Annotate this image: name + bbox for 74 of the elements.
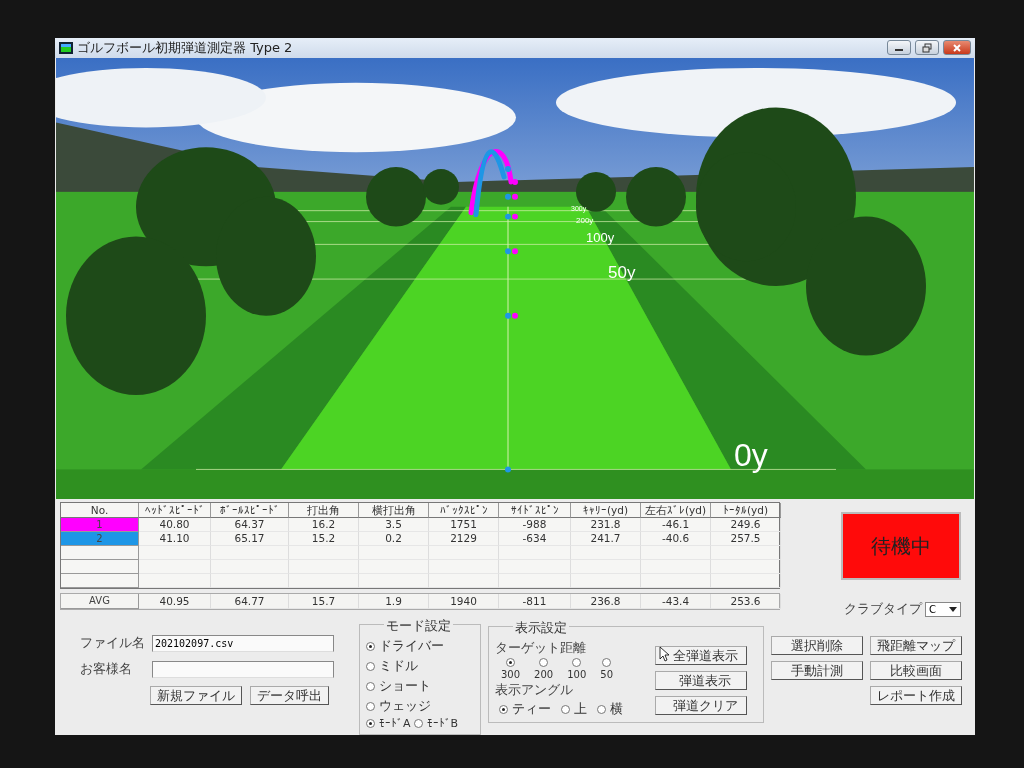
mode-option[interactable]: ミドル: [366, 657, 474, 675]
column-header: ﾎﾞｰﾙｽﾋﾟｰﾄﾞ: [211, 503, 289, 518]
customer-name-label: お客様名: [80, 660, 133, 678]
table-cell: 40.80: [139, 518, 211, 532]
trajectory-button[interactable]: 弾道クリア: [655, 696, 747, 715]
club-type-label: クラブタイプ: [844, 600, 922, 618]
average-cell: -811: [499, 594, 571, 609]
table-cell: 249.6: [711, 518, 781, 532]
column-header: ﾊﾞｯｸｽﾋﾟﾝ: [429, 503, 499, 518]
column-header: 横打出角: [359, 503, 429, 518]
column-header: 打出角: [289, 503, 359, 518]
mode-option[interactable]: ショート: [366, 677, 474, 695]
average-cell: -43.4: [641, 594, 711, 609]
distance-label: 0y: [734, 437, 768, 474]
display-settings-title: 表示設定: [513, 619, 569, 637]
file-name-field[interactable]: 202102097.csv: [152, 634, 334, 652]
trajectory-button[interactable]: 弾道表示: [655, 671, 747, 690]
table-cell: 41.10: [139, 532, 211, 546]
mode-variant-option[interactable]: ﾓｰﾄﾞB: [413, 717, 459, 730]
table-cell: 65.17: [211, 532, 289, 546]
table-cell: 15.2: [289, 532, 359, 546]
target-distance-option[interactable]: 200: [534, 658, 554, 680]
table-cell: 0.2: [359, 532, 429, 546]
target-distance-option[interactable]: 50: [600, 658, 613, 680]
window-title: ゴルフボール初期弾道測定器 Type 2: [77, 38, 293, 57]
table-cell: 1751: [429, 518, 499, 532]
distance-label: 50y: [608, 263, 636, 282]
average-cell: 236.8: [571, 594, 641, 609]
table-cell: 64.37: [211, 518, 289, 532]
average-cell: 40.95: [139, 594, 211, 609]
table-cell: -40.6: [641, 532, 711, 546]
file-name-label: ファイル名: [80, 634, 144, 652]
average-cell: 1.9: [359, 594, 429, 609]
action-button[interactable]: 比較画面: [870, 661, 962, 680]
column-header: ﾄｰﾀﾙ(yd): [711, 503, 781, 518]
column-header: ｷｬﾘｰ(yd): [571, 503, 641, 518]
table-cell: 241.7: [571, 532, 641, 546]
display-angle-label: 表示アングル: [495, 681, 574, 699]
display-angle-option[interactable]: 横: [597, 700, 623, 718]
average-label: AVG: [61, 594, 139, 609]
table-cell: 3.5: [359, 518, 429, 532]
club-type-select[interactable]: C: [925, 601, 961, 617]
column-header: ｻｲﾄﾞｽﾋﾟﾝ: [499, 503, 571, 518]
table-cell: -988: [499, 518, 571, 532]
table-cell: 257.5: [711, 532, 781, 546]
target-distance-option[interactable]: 100: [567, 658, 587, 680]
average-cell: 1940: [429, 594, 499, 609]
mode-option[interactable]: ウェッジ: [366, 697, 474, 715]
table-cell: -46.1: [641, 518, 711, 532]
action-button[interactable]: 飛距離マップ: [870, 636, 962, 655]
display-angle-option[interactable]: 上: [561, 700, 587, 718]
mode-title: モード設定: [384, 617, 453, 635]
mode-variant-option[interactable]: ﾓｰﾄﾞA: [366, 717, 411, 730]
display-angle-option[interactable]: ティー: [499, 700, 551, 718]
table-cell: -634: [499, 532, 571, 546]
action-button[interactable]: 手動計測: [771, 661, 863, 680]
target-distance-option[interactable]: 300: [501, 658, 521, 680]
trajectory-button[interactable]: 全弾道表示: [655, 646, 747, 665]
status-button[interactable]: 待機中: [841, 512, 961, 580]
average-cell: 253.6: [711, 594, 781, 609]
column-header: ﾍｯﾄﾞｽﾋﾟｰﾄﾞ: [139, 503, 211, 518]
average-cell: 64.77: [211, 594, 289, 609]
distance-label: 100y: [586, 230, 615, 246]
column-header: 左右ｽﾞﾚ(yd): [641, 503, 711, 518]
target-distance-label: ターゲット距離: [495, 639, 587, 657]
mode-option[interactable]: ドライバー: [366, 637, 474, 655]
action-button[interactable]: レポート作成: [870, 686, 962, 705]
table-cell: 2129: [429, 532, 499, 546]
average-cell: 15.7: [289, 594, 359, 609]
action-button[interactable]: 選択削除: [771, 636, 863, 655]
table-cell: 231.8: [571, 518, 641, 532]
file-button[interactable]: データ呼出: [250, 686, 329, 705]
file-button[interactable]: 新規ファイル: [150, 686, 242, 705]
table-cell: 16.2: [289, 518, 359, 532]
